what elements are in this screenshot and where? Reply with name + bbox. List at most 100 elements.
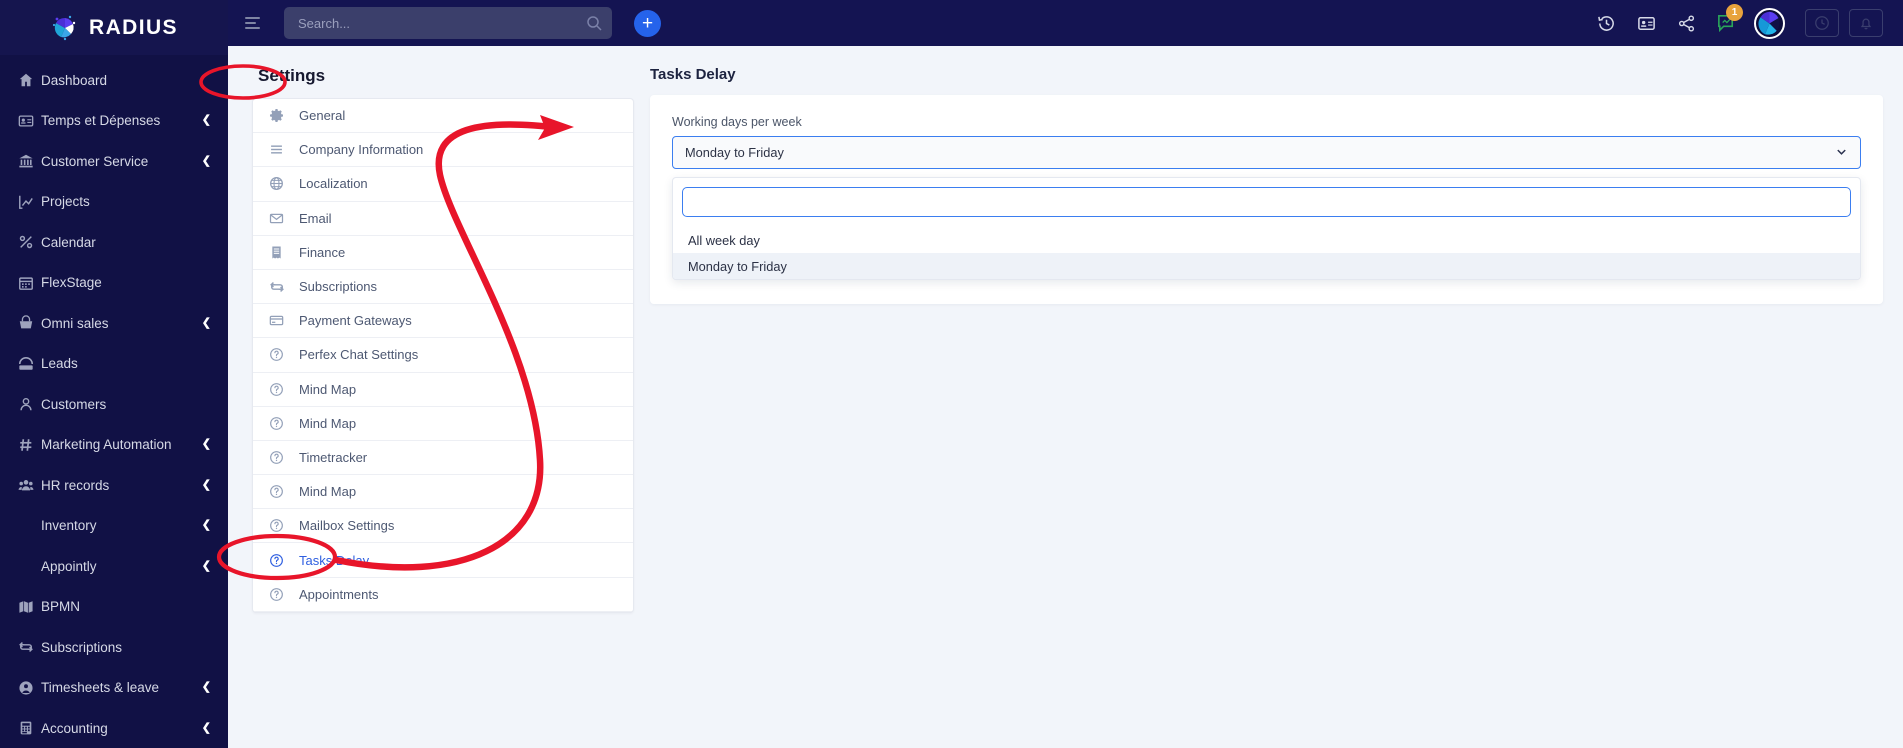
sidebar-item-label: Omni sales (41, 315, 109, 331)
sidebar-item-label: BPMN (41, 599, 81, 615)
settings-item-label: Mailbox Settings (299, 518, 395, 534)
settings-item-label: Localization (299, 176, 368, 192)
settings-column: Settings General Company Information Local… (252, 66, 634, 613)
sidebar-item-inventory[interactable]: Inventory ❮ (0, 506, 228, 547)
dropdown-option-all-week-day[interactable]: All week day (673, 227, 1860, 253)
sidebar-item-appointly[interactable]: Appointly ❮ (0, 546, 228, 587)
dropdown-search-input[interactable] (693, 194, 1840, 210)
settings-item-appointments[interactable]: Appointments (253, 578, 633, 612)
chevron-left-icon[interactable]: ❮ (202, 155, 211, 167)
sidebar-nav: Dashboard Temps et Dépenses ❮ Customer Serv… (0, 55, 228, 748)
bank-icon (18, 153, 41, 169)
chevron-left-icon[interactable]: ❮ (202, 722, 211, 734)
settings-item-label: Perfex Chat Settings (299, 347, 419, 363)
brand-logo-area[interactable]: RADIUS (0, 0, 228, 55)
settings-item-label: Mind Map (299, 415, 357, 431)
working-days-select[interactable]: Monday to Friday (672, 136, 1861, 169)
search-input[interactable] (298, 15, 586, 31)
sidebar-item-label: Leads (41, 356, 78, 372)
clock-icon[interactable] (1805, 9, 1839, 37)
settings-item-perfex-chat-settings[interactable]: Perfex Chat Settings (253, 338, 633, 373)
sidebar-item-customer-service[interactable]: Customer Service ❮ (0, 141, 228, 182)
sidebar-item-label: Timesheets & leave (41, 680, 160, 696)
hamburger-icon[interactable] (245, 12, 267, 34)
sidebar-item-marketing-automation[interactable]: Marketing Automation ❮ (0, 425, 228, 466)
settings-item-mind-map[interactable]: Mind Map (253, 373, 633, 407)
settings-item-company-information[interactable]: Company Information (253, 133, 633, 168)
sidebar-item-timesheets-leave[interactable]: Timesheets & leave ❮ (0, 668, 228, 709)
contact-card-icon[interactable] (1626, 0, 1666, 46)
sidebar-item-customers[interactable]: Customers (0, 384, 228, 425)
sidebar-item-subscriptions[interactable]: Subscriptions (0, 627, 228, 668)
question-icon (269, 347, 299, 362)
bell-icon[interactable] (1849, 9, 1883, 37)
phone-icon (18, 356, 41, 372)
settings-item-mind-map[interactable]: Mind Map (253, 475, 633, 510)
page-title: Tasks Delay (650, 66, 736, 83)
basket-icon (18, 315, 41, 331)
refresh-icon (18, 639, 41, 655)
sidebar-item-accounting[interactable]: Accounting ❮ (0, 708, 228, 748)
settings-item-finance[interactable]: Finance (253, 236, 633, 270)
receipt-icon (269, 245, 299, 260)
map-icon (18, 599, 41, 615)
share-icon[interactable] (1666, 0, 1706, 46)
sidebar-item-label: Inventory (41, 518, 97, 534)
user-icon (18, 396, 41, 412)
user-circle-icon (18, 680, 41, 696)
chat-icon[interactable]: 1 (1706, 0, 1746, 46)
working-days-label: Working days per week (672, 115, 802, 129)
settings-item-email[interactable]: Email (253, 202, 633, 236)
sidebar-item-dashboard[interactable]: Dashboard (0, 60, 228, 101)
settings-item-subscriptions[interactable]: Subscriptions (253, 270, 633, 305)
sidebar-item-label: Projects (41, 194, 90, 210)
question-icon (269, 553, 299, 568)
add-new-button[interactable]: + (634, 9, 661, 37)
chevron-left-icon[interactable]: ❮ (202, 115, 211, 126)
question-icon (269, 382, 299, 397)
sidebar-item-hr-records[interactable]: HR records ❮ (0, 465, 228, 506)
settings-item-mind-map[interactable]: Mind Map (253, 407, 633, 441)
id-card-icon (18, 113, 41, 129)
users-icon (18, 477, 41, 493)
chevron-left-icon[interactable]: ❮ (202, 560, 211, 572)
settings-item-tasks-delay[interactable]: Tasks Delay (253, 543, 633, 578)
settings-item-label: Finance (299, 244, 346, 260)
settings-title: Settings (258, 66, 326, 85)
chevron-left-icon[interactable]: ❮ (202, 520, 211, 531)
settings-item-localization[interactable]: Localization (253, 167, 633, 202)
sidebar-item-calendar[interactable]: Calendar (0, 222, 228, 263)
chevron-left-icon[interactable]: ❮ (202, 317, 211, 329)
sidebar-item-projects[interactable]: Projects (0, 182, 228, 223)
sidebar-item-label: Calendar (41, 234, 96, 250)
question-icon (269, 484, 299, 499)
dropdown-search-field[interactable] (682, 187, 1851, 217)
gear-icon (269, 108, 299, 123)
sidebar-item-label: Customer Service (41, 153, 149, 169)
credit-card-icon (269, 313, 299, 328)
sidebar-item-flexstage[interactable]: FlexStage (0, 263, 228, 304)
chevron-left-icon[interactable]: ❮ (202, 479, 211, 491)
sidebar-item-omni-sales[interactable]: Omni sales ❮ (0, 303, 228, 344)
dropdown-option-monday-to-friday[interactable]: Monday to Friday (673, 253, 1860, 279)
sidebar-item-temps-et-d-penses[interactable]: Temps et Dépenses ❮ (0, 101, 228, 142)
history-icon[interactable] (1586, 0, 1626, 46)
topbar-actions: 1 (1586, 0, 1903, 46)
sidebar-item-leads[interactable]: Leads (0, 344, 228, 385)
percent-icon (18, 234, 41, 250)
main-column: Tasks Delay Working days per week Monday… (650, 66, 1883, 304)
left-sidebar: RADIUS Dashboard Temps et Dépenses ❮ Custom… (0, 0, 228, 748)
chevron-left-icon[interactable]: ❮ (202, 682, 211, 693)
sidebar-item-bpmn[interactable]: BPMN (0, 587, 228, 628)
user-avatar[interactable] (1754, 7, 1785, 39)
search-icon (586, 15, 602, 31)
global-search[interactable] (284, 7, 612, 39)
settings-item-mailbox-settings[interactable]: Mailbox Settings (253, 509, 633, 544)
settings-item-general[interactable]: General (253, 99, 633, 134)
settings-item-label: Appointments (299, 586, 379, 602)
tasks-delay-panel: Working days per week Monday to Friday A… (650, 95, 1883, 304)
settings-item-payment-gateways[interactable]: Payment Gateways (253, 304, 633, 339)
chevron-left-icon[interactable]: ❮ (202, 439, 211, 450)
settings-item-timetracker[interactable]: Timetracker (253, 441, 633, 476)
hash-icon (18, 437, 41, 453)
